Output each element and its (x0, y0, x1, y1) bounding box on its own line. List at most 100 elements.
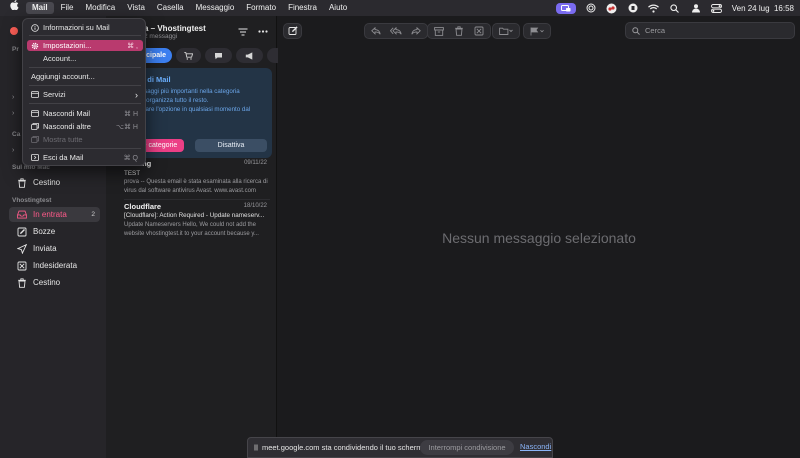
list-item[interactable]: Cloudflare 18/10/22 [Cloudflare]: Action… (106, 199, 276, 255)
disable-categories-button[interactable]: Disattiva (195, 139, 267, 152)
menu-item-about[interactable]: Informazioni su Mail (27, 22, 143, 33)
forward-icon (411, 27, 421, 35)
junk-icon (474, 26, 484, 36)
screen-share-bar: meet.google.com sta condividendo il tuo … (247, 437, 553, 458)
menu-aiuto[interactable]: Aiuto (323, 0, 353, 16)
sidebar-item-label: Cestino (33, 278, 61, 287)
message-detail-pane: Nessun messaggio selezionato (278, 16, 800, 458)
menu-item-quit[interactable]: Esci da Mail ⌘ Q (27, 152, 143, 163)
message-date: 09/11/22 (244, 160, 267, 166)
menu-item-label: Esci da Mail (43, 153, 84, 162)
menu-casella[interactable]: Casella (151, 0, 190, 16)
menu-item-settings[interactable]: Impostazioni... ⌘ , (27, 40, 143, 51)
menubar-clock[interactable]: Ven 24 lug 16:58 (732, 4, 794, 13)
menu-item-show-all: Mostra tutte (27, 134, 143, 145)
menu-bar: Mail File Modifica Vista Casella Messagg… (0, 0, 800, 16)
user-icon[interactable] (690, 2, 702, 14)
compose-button[interactable] (283, 23, 302, 39)
search-input[interactable] (645, 26, 785, 35)
menu-finestra[interactable]: Finestra (282, 0, 323, 16)
reply-button[interactable] (366, 23, 386, 39)
sidebar-item-label: Inviata (33, 244, 57, 253)
filter-button[interactable] (234, 24, 252, 39)
more-button[interactable] (254, 24, 272, 39)
menu-item-label: Informazioni su Mail (43, 23, 110, 32)
menu-separator (29, 35, 141, 36)
menu-modifica[interactable]: Modifica (79, 0, 121, 16)
search-icon (632, 26, 640, 35)
apple-menu[interactable] (0, 0, 25, 16)
menu-vista[interactable]: Vista (121, 0, 151, 16)
menu-messaggio[interactable]: Messaggio (190, 0, 241, 16)
hide-share-bar-button[interactable]: Nascondi (520, 442, 551, 451)
menu-item-hide-others[interactable]: Nascondi altre ⌥⌘ H (27, 121, 143, 132)
tab-updates[interactable] (205, 48, 232, 63)
sidebar-item-label: In entrata (33, 210, 67, 219)
menu-file[interactable]: File (55, 0, 80, 16)
focus-icon[interactable] (585, 2, 597, 14)
sidebar-item-local-trash[interactable]: Cestino (9, 175, 100, 190)
shazam-icon[interactable] (606, 2, 618, 14)
message-subject: TEST (124, 170, 141, 177)
wifi-icon[interactable] (648, 2, 660, 14)
archive-button[interactable] (429, 23, 449, 39)
screen-share-icon[interactable] (555, 2, 576, 14)
sidebar-item-inbox[interactable]: In entrata 2 (9, 207, 100, 222)
junk-icon (17, 261, 27, 271)
delete-button[interactable] (449, 23, 469, 39)
chevron-right-icon: › (135, 89, 138, 100)
mail-app-menu: Informazioni su Mail Impostazioni... ⌘ ,… (22, 18, 146, 166)
move-to-folder-button[interactable] (492, 23, 520, 39)
ellipsis-icon (258, 30, 268, 33)
megaphone-icon (245, 51, 254, 60)
sidebar-item-label: Indesiderata (33, 261, 78, 270)
forward-button[interactable] (406, 23, 426, 39)
chevron-right-icon[interactable]: › (12, 94, 14, 101)
reply-all-icon (390, 27, 402, 35)
chevron-right-icon[interactable]: › (12, 147, 14, 154)
sidebar-item-junk[interactable]: Indesiderata (9, 258, 100, 273)
menu-item-hide-mail[interactable]: Nascondi Mail ⌘ H (27, 108, 143, 119)
junk-button[interactable] (469, 23, 489, 39)
menu-formato[interactable]: Formato (240, 0, 282, 16)
unread-badge: 2 (91, 211, 95, 218)
sidebar-item-sent[interactable]: Inviata (9, 241, 100, 256)
quit-icon (30, 153, 39, 162)
close-window-button[interactable] (10, 27, 18, 35)
vpn-icon[interactable] (627, 2, 639, 14)
drag-handle-icon[interactable] (254, 444, 258, 451)
sidebar-item-label: Cestino (33, 178, 61, 187)
flag-button[interactable] (523, 23, 551, 39)
menu-item-shortcut: ⌘ H (124, 110, 138, 118)
paperplane-icon (17, 243, 27, 254)
banner-text: ivare l'opzione in qualsiasi momento dal (141, 106, 251, 113)
menu-separator (29, 148, 141, 149)
sidebar-item-trash[interactable]: Cestino (9, 275, 100, 290)
menu-item-label: Nascondi altre (43, 122, 91, 131)
sidebar-section-account: Vhostingtest (12, 197, 52, 204)
search-field[interactable] (625, 22, 795, 39)
sidebar-item-drafts[interactable]: Bozze (9, 224, 100, 239)
message-sender: Cloudflare (124, 202, 162, 211)
flag-icon (530, 27, 544, 36)
stop-sharing-button[interactable]: Interrompi condivisione (420, 440, 514, 455)
menu-item-label: Nascondi Mail (43, 109, 91, 118)
control-center-icon[interactable] (711, 2, 723, 14)
gear-icon (30, 41, 39, 50)
sidebar-partial-label-1: Pr (12, 46, 19, 53)
menu-item-accounts[interactable]: Account... (27, 53, 143, 64)
reply-all-button[interactable] (386, 23, 406, 39)
search-icon[interactable] (669, 2, 681, 14)
chevron-right-icon[interactable]: › (12, 110, 14, 117)
tab-promotions[interactable] (236, 48, 263, 63)
trash-icon (454, 26, 464, 36)
menu-item-label: Aggiungi account... (31, 72, 95, 81)
menu-item-services[interactable]: Servizi › (27, 89, 143, 100)
reply-icon (371, 27, 381, 35)
tab-transactions[interactable] (176, 48, 201, 63)
menu-item-add-account[interactable]: Aggiungi account... (27, 71, 143, 82)
menu-item-shortcut: ⌥⌘ H (115, 123, 138, 131)
menu-mail[interactable]: Mail (26, 2, 54, 14)
message-date: 18/10/22 (243, 203, 267, 209)
menu-separator (29, 67, 141, 68)
